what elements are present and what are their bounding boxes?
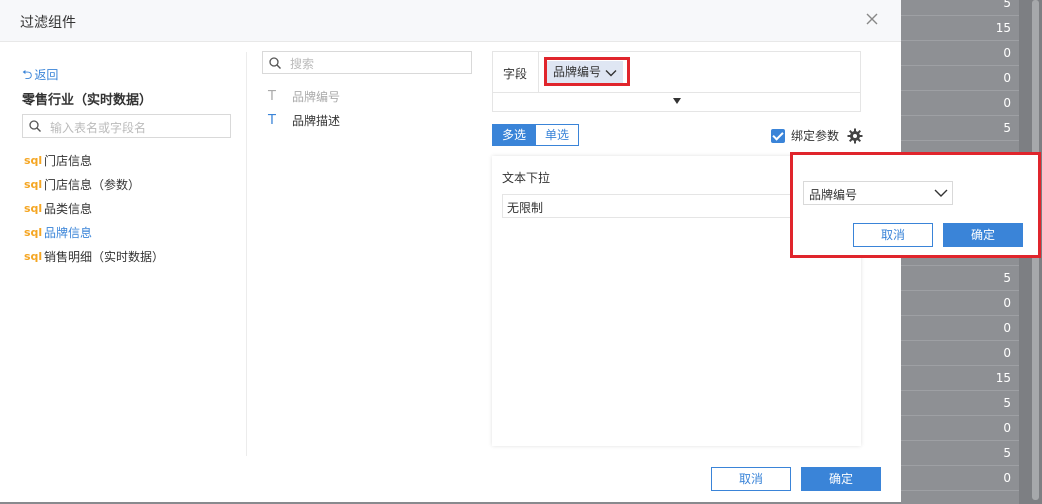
popup-confirm-button[interactable]: 确定 bbox=[943, 223, 1023, 247]
sql-icon: sql bbox=[24, 153, 43, 167]
background-table-row: 5 bbox=[901, 392, 1019, 416]
background-table-row: 5 bbox=[901, 442, 1019, 466]
expand-toggle[interactable] bbox=[492, 92, 861, 112]
background-table-cell: 0 bbox=[1003, 321, 1011, 335]
field-search-input[interactable]: 搜索 bbox=[262, 51, 472, 74]
text-type-icon: T bbox=[268, 112, 276, 128]
table-item-label: 品牌信息 bbox=[44, 225, 93, 240]
background-table-cell: 0 bbox=[1003, 46, 1011, 60]
field-item-label: 品牌描述 bbox=[292, 113, 341, 128]
preview-title: 文本下拉 bbox=[502, 171, 551, 185]
sql-icon: sql bbox=[24, 177, 43, 191]
field-item-brand-code[interactable]: T 品牌编号 bbox=[268, 84, 340, 108]
bind-param-popup: 品牌编号 取消 确定 bbox=[790, 152, 1041, 258]
table-item-brand-info[interactable]: sql 品牌信息 bbox=[24, 220, 164, 244]
preview-dropdown[interactable]: 无限制 bbox=[502, 194, 792, 218]
background-table-row: 15 bbox=[901, 17, 1019, 41]
preview-value: 无限制 bbox=[507, 201, 544, 215]
dialog-header: 过滤组件 bbox=[0, 0, 901, 42]
background-table-cell: 5 bbox=[1003, 121, 1011, 135]
field-label: 字段 bbox=[503, 67, 528, 81]
field-list: T 品牌编号 T 品牌描述 bbox=[268, 84, 340, 132]
background-table-row: 0 bbox=[901, 292, 1019, 316]
table-item-sales-detail[interactable]: sql 销售明细（实时数据） bbox=[24, 244, 164, 268]
close-icon[interactable] bbox=[865, 12, 879, 26]
table-list: sql 门店信息 sql 门店信息（参数） sql 品类信息 sql 品牌信息 … bbox=[24, 148, 164, 268]
param-select[interactable]: 品牌编号 bbox=[803, 181, 953, 205]
background-table-row: 0 bbox=[901, 67, 1019, 91]
selection-mode-toggle: 多选 单选 bbox=[492, 124, 580, 146]
text-type-icon: T bbox=[268, 88, 276, 104]
table-item-label: 销售明细（实时数据） bbox=[44, 249, 165, 264]
multi-select-button[interactable]: 多选 bbox=[492, 124, 537, 146]
gear-icon[interactable] bbox=[847, 128, 863, 144]
background-table-row: 0 bbox=[901, 317, 1019, 341]
background-table-cell: 15 bbox=[995, 21, 1011, 35]
dialog-title: 过滤组件 bbox=[20, 15, 76, 31]
panel-divider bbox=[246, 52, 247, 456]
table-item-store-info[interactable]: sql 门店信息 bbox=[24, 148, 164, 172]
background-table-cell: 15 bbox=[995, 371, 1011, 385]
background-table-cell: 0 bbox=[1003, 421, 1011, 435]
field-item-label: 品牌编号 bbox=[292, 89, 341, 104]
table-item-label: 品类信息 bbox=[44, 201, 93, 216]
field-search-placeholder: 搜索 bbox=[290, 57, 315, 71]
field-item-brand-desc[interactable]: T 品牌描述 bbox=[268, 108, 340, 132]
background-table-row: 0 bbox=[901, 42, 1019, 66]
background-table-cell: 0 bbox=[1003, 346, 1011, 360]
search-icon bbox=[29, 120, 41, 132]
table-search-input[interactable]: 输入表名或字段名 bbox=[22, 114, 231, 138]
bind-param-checkbox[interactable] bbox=[771, 128, 785, 143]
background-table-cell: 5 bbox=[1003, 396, 1011, 410]
table-item-store-info-param[interactable]: sql 门店信息（参数） bbox=[24, 172, 164, 196]
table-item-category-info[interactable]: sql 品类信息 bbox=[24, 196, 164, 220]
highlight-box-field-tag bbox=[544, 57, 630, 86]
bind-param-option: 绑定参数 bbox=[771, 127, 863, 144]
single-select-button[interactable]: 单选 bbox=[536, 124, 580, 146]
background-table-cell: 0 bbox=[1003, 71, 1011, 85]
confirm-button[interactable]: 确定 bbox=[801, 467, 881, 491]
table-item-label: 门店信息 bbox=[44, 153, 93, 168]
sql-icon: sql bbox=[24, 249, 43, 263]
field-separator bbox=[538, 52, 539, 93]
background-table-cell: 0 bbox=[1003, 296, 1011, 310]
background-table-row: 0 bbox=[901, 342, 1019, 366]
background-table-cell: 5 bbox=[1003, 446, 1011, 460]
background-table-cell: 0 bbox=[1003, 471, 1011, 485]
triangle-down-icon bbox=[673, 98, 681, 104]
back-link[interactable]: ⮌ 返回 bbox=[22, 66, 58, 88]
background-table-row: 5 bbox=[901, 0, 1019, 16]
param-select-value: 品牌编号 bbox=[809, 188, 858, 202]
bind-param-label: 绑定参数 bbox=[791, 129, 840, 143]
cancel-button[interactable]: 取消 bbox=[711, 467, 791, 491]
back-arrow-icon: ⮌ bbox=[22, 68, 33, 83]
background-table-row: 5 bbox=[901, 117, 1019, 141]
database-title: 零售行业（实时数据） bbox=[22, 93, 153, 108]
background-table-row: 15 bbox=[901, 367, 1019, 391]
popup-cancel-button[interactable]: 取消 bbox=[853, 223, 933, 247]
back-label: 返回 bbox=[34, 68, 59, 82]
filter-component-dialog: 过滤组件 ⮌ 返回 零售行业（实时数据） 输入表名或字段名 sql 门店信息 sq… bbox=[0, 0, 901, 502]
background-table-cell: 5 bbox=[1003, 0, 1011, 10]
table-search-placeholder: 输入表名或字段名 bbox=[50, 121, 147, 135]
background-table-row: 0 bbox=[901, 467, 1019, 491]
background-table-row: 5 bbox=[901, 267, 1019, 291]
background-table-row: 0 bbox=[901, 417, 1019, 441]
search-icon bbox=[269, 57, 281, 69]
table-item-label: 门店信息（参数） bbox=[44, 177, 141, 192]
chevron-down-icon bbox=[934, 189, 948, 197]
sql-icon: sql bbox=[24, 225, 43, 239]
background-table-cell: 0 bbox=[1003, 96, 1011, 110]
sql-icon: sql bbox=[24, 201, 43, 215]
background-table-row: 0 bbox=[901, 92, 1019, 116]
background-table-cell: 5 bbox=[1003, 271, 1011, 285]
